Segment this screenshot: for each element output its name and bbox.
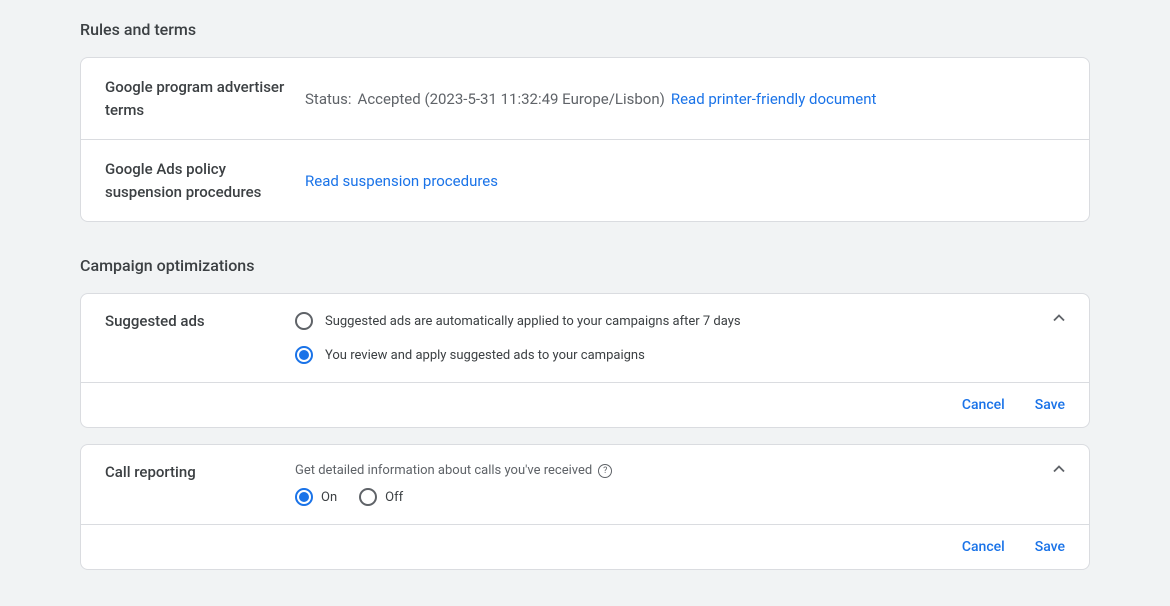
radio-icon[interactable] [359,488,377,506]
option-label: Suggested ads are automatically applied … [325,314,741,329]
suspension-procedures-link[interactable]: Read suspension procedures [305,172,498,190]
advertiser-terms-content: Status: Accepted (2023-5-31 11:32:49 Eur… [305,76,1065,121]
suggested-ads-manual-option[interactable]: You review and apply suggested ads to yo… [295,346,1065,364]
call-reporting-desc-text: Get detailed information about calls you… [295,463,592,478]
advertiser-terms-label: Google program advertiser terms [105,76,305,121]
printer-friendly-link[interactable]: Read printer-friendly document [671,90,877,108]
chevron-up-icon[interactable] [1049,308,1069,332]
option-label: Off [385,490,403,505]
cancel-button[interactable]: Cancel [962,397,1005,413]
advertiser-terms-row: Google program advertiser terms Status: … [81,58,1089,140]
call-reporting-footer: Cancel Save [81,525,1089,569]
campaign-section-title: Campaign optimizations [80,256,1090,275]
suggested-ads-footer: Cancel Save [81,383,1089,427]
call-reporting-on-option[interactable]: On [295,488,337,506]
call-reporting-panel: Call reporting Get detailed information … [80,444,1090,570]
option-label: On [321,490,337,505]
call-reporting-label: Call reporting [105,463,295,506]
status-prefix: Status: [305,90,352,108]
cancel-button[interactable]: Cancel [962,539,1005,555]
radio-icon[interactable] [295,346,313,364]
chevron-up-icon[interactable] [1049,459,1069,483]
save-button[interactable]: Save [1035,539,1065,555]
suspension-procedures-row: Google Ads policy suspension procedures … [81,140,1089,221]
suggested-ads-auto-option[interactable]: Suggested ads are automatically applied … [295,312,1065,330]
suspension-procedures-label: Google Ads policy suspension procedures [105,158,305,203]
rules-section-title: Rules and terms [80,20,1090,39]
save-button[interactable]: Save [1035,397,1065,413]
rules-card: Google program advertiser terms Status: … [80,57,1090,222]
option-label: You review and apply suggested ads to yo… [325,348,645,363]
help-icon[interactable]: ? [598,464,612,478]
call-reporting-desc: Get detailed information about calls you… [295,463,1065,478]
radio-icon[interactable] [295,488,313,506]
suggested-ads-panel: Suggested ads Suggested ads are automati… [80,293,1090,428]
call-reporting-off-option[interactable]: Off [359,488,403,506]
radio-icon[interactable] [295,312,313,330]
suggested-ads-label: Suggested ads [105,312,295,364]
status-value: Accepted (2023-5-31 11:32:49 Europe/Lisb… [358,90,665,108]
